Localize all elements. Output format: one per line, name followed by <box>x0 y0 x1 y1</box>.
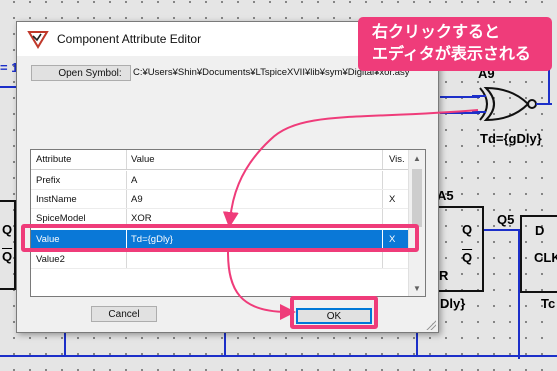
arrow-to-ok <box>227 251 296 320</box>
arrow-to-row <box>222 109 479 228</box>
annotation-arrows <box>222 109 479 320</box>
